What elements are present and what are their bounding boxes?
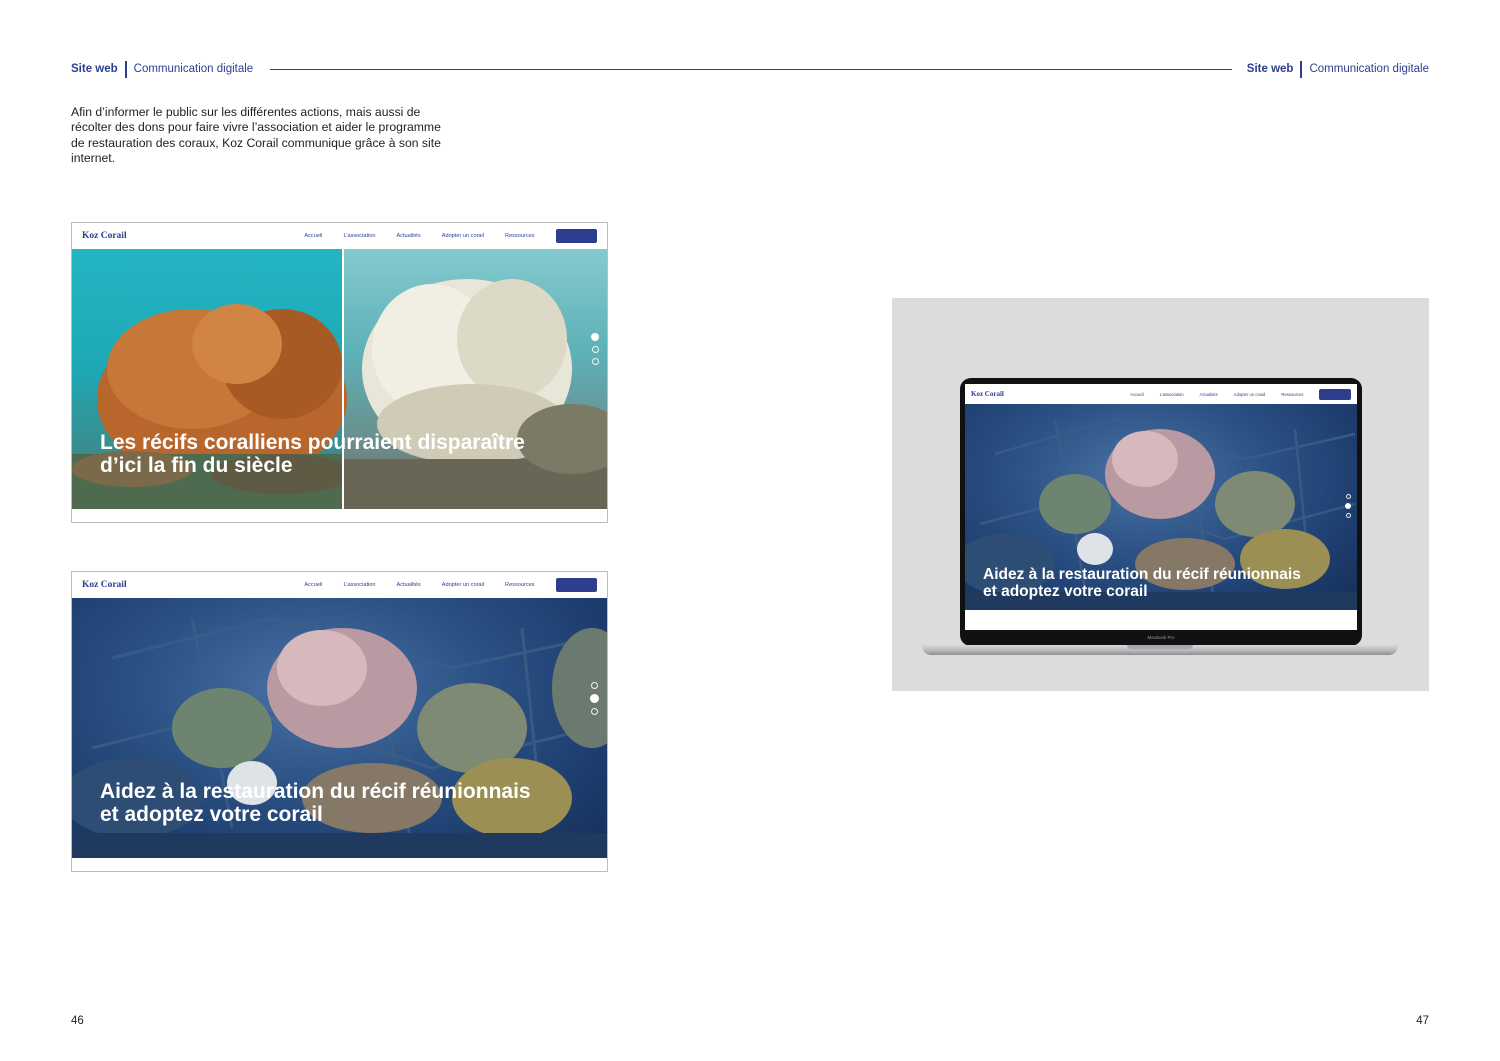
website-screenshot-slide-2: Koz Corail Accueil L’association Actuali… [71,571,608,872]
hero-title: Les récifs coralliens pourraient dispara… [100,431,525,477]
laptop-mockup-panel: Koz Corail Accueil L’association Actuali… [892,298,1429,691]
slider-dots [1345,494,1351,522]
slider-dot [1345,513,1351,518]
nav-link-association: L’association [343,233,376,239]
nav-link-accueil: Accueil [304,233,323,239]
slider-dot [591,708,598,715]
subsection-label: Communication digitale [1309,63,1429,75]
laptop-screen: Koz Corail Accueil L’association Actuali… [965,384,1357,630]
laptop-base [922,645,1398,655]
hero-image-healthy-vs-bleached-coral: Les récifs coralliens pourraient dispara… [72,249,607,509]
slider-dot [591,358,599,365]
slider-dot [1345,494,1351,499]
site-logo: Koz Corail [82,580,127,590]
page-number-right: 47 [1416,1015,1429,1027]
header-separator [1300,60,1303,78]
hero-title-line-1: Aidez à la restauration du récif réunion… [100,780,531,803]
hero-image-reef-restoration: Aidez à la restauration du récif réunion… [72,598,607,858]
hero-image-reef-restoration: Aidez à la restauration du récif réunion… [965,404,1357,610]
page-number-left: 46 [71,1015,84,1027]
nav-link-actualites: Actualités [1199,391,1218,397]
donate-button: Faire un don [1319,388,1351,400]
subsection-label: Communication digitale [133,63,254,75]
hero-title: Aidez à la restauration du récif réunion… [983,566,1301,600]
section-label: Site web [71,63,118,75]
header-separator [124,60,127,78]
site-navbar: Koz Corail Accueil L’association Actuali… [965,384,1357,404]
donate-button: Faire un don [555,229,597,243]
slider-dot-active [590,694,599,703]
slider-dots [591,333,599,370]
section-label: Site web [1246,63,1294,75]
nav-link-actualites: Actualités [396,233,421,239]
nav-link-adopter: Adopter un corail [1233,391,1266,397]
nav-link-ressources: Ressources [505,233,535,239]
nav-link-adopter: Adopter un corail [441,582,485,588]
site-navbar: Koz Corail Accueil L’association Actuali… [72,223,607,249]
hero-title: Aidez à la restauration du récif réunion… [100,780,531,826]
hero-title-line-1: Aidez à la restauration du récif réunion… [983,566,1301,583]
nav-link-ressources: Ressources [1281,391,1304,397]
slider-dot [591,682,598,689]
laptop-model-label: MacBook Pro [1147,635,1175,640]
site-nav-links: Accueil L’association Actualités Adopter… [1114,388,1351,400]
hero-title-line-2: et adoptez votre corail [100,803,323,826]
running-header-right: Site web Communication digitale [1247,60,1429,78]
nav-link-ressources: Ressources [505,582,535,588]
nav-link-accueil: Accueil [304,582,323,588]
slider-dot-active [591,333,599,341]
slider-dot-active [1345,503,1351,509]
laptop-notch [1127,645,1193,649]
website-screenshot-slide-1: Koz Corail Accueil L’association Actuali… [71,222,608,523]
slider-dots [590,682,599,720]
nav-link-adopter: Adopter un corail [441,233,485,239]
hero-title-line-2: d’ici la fin du siècle [100,454,293,477]
laptop-lid: Koz Corail Accueil L’association Actuali… [960,378,1362,646]
running-header-left: Site web Communication digitale [71,60,253,78]
site-logo: Koz Corail [82,231,127,241]
header-rule [270,69,1232,70]
site-nav-links: Accueil L’association Actualités Adopter… [283,578,597,592]
hero-title-line-1: Les récifs coralliens pourraient dispara… [100,431,525,454]
slider-dot [591,346,599,353]
nav-link-association: L’association [1159,391,1184,397]
site-logo: Koz Corail [971,390,1004,398]
nav-link-actualites: Actualités [396,582,421,588]
intro-paragraph: Afin d’informer le public sur les différ… [71,105,441,165]
hero-title-line-2: et adoptez votre corail [983,583,1148,600]
site-navbar: Koz Corail Accueil L’association Actuali… [72,572,607,598]
nav-link-association: L’association [343,582,376,588]
site-nav-links: Accueil L’association Actualités Adopter… [283,229,597,243]
nav-link-accueil: Accueil [1130,391,1144,397]
donate-button: Faire un don [555,578,597,592]
